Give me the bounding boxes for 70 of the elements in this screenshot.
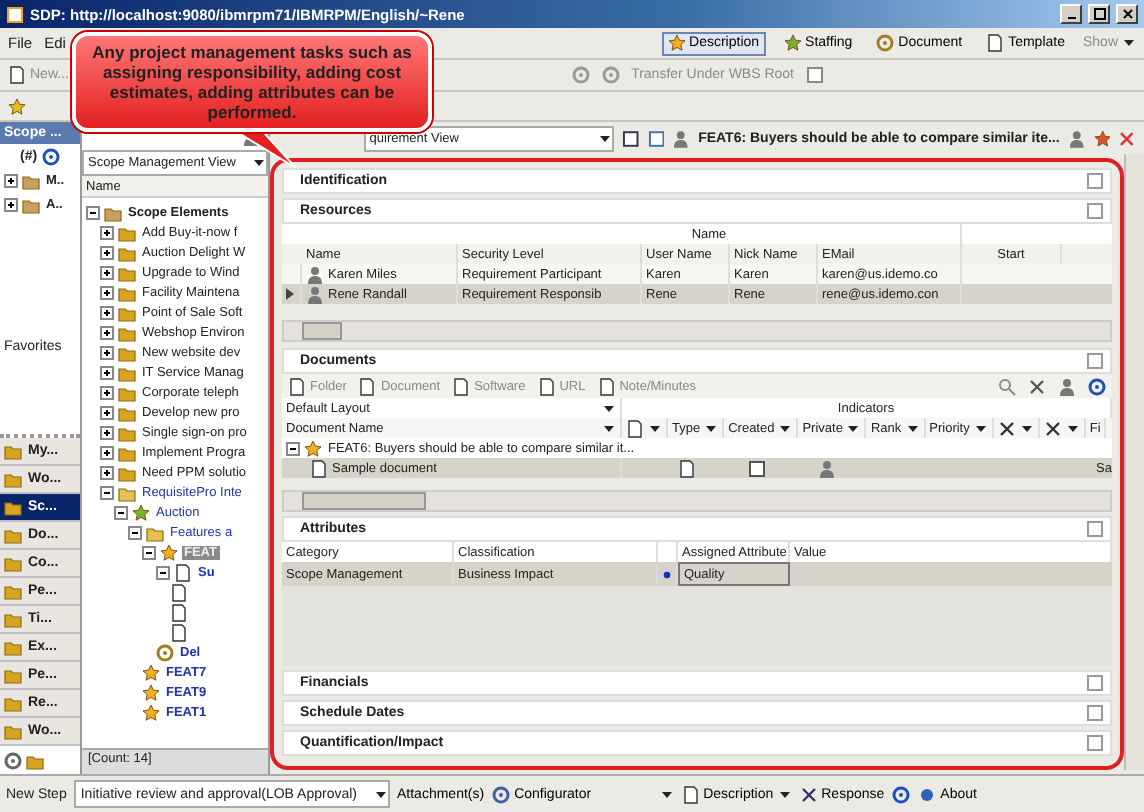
caret-icon bbox=[1122, 36, 1136, 50]
edit-icon bbox=[8, 97, 26, 115]
expand-icon[interactable] bbox=[100, 305, 114, 319]
expand-icon[interactable] bbox=[4, 173, 18, 187]
collapse-icon[interactable] bbox=[86, 205, 100, 219]
callout-text: Any project management tasks such as assigning responsibility, adding cost estimates, adding attributes can be performed. bbox=[72, 32, 432, 132]
expand-icon[interactable] bbox=[100, 385, 114, 399]
caret-icon bbox=[252, 156, 266, 170]
caret-icon bbox=[373, 787, 387, 801]
close-icon bbox=[1121, 8, 1133, 20]
vertical-scrollbar[interactable] bbox=[1124, 154, 1144, 770]
maximize-button[interactable] bbox=[1088, 4, 1110, 24]
page-icon bbox=[681, 785, 700, 803]
caret-icon bbox=[597, 131, 612, 145]
person-icon bbox=[306, 265, 324, 283]
expand-icon[interactable] bbox=[100, 265, 114, 279]
expand-icon[interactable] bbox=[100, 245, 114, 259]
horizontal-scrollbar[interactable] bbox=[282, 320, 1112, 342]
star-icon bbox=[142, 683, 160, 701]
expand-icon[interactable] bbox=[100, 425, 114, 439]
gear-icon bbox=[876, 34, 895, 52]
expand-icon[interactable] bbox=[4, 197, 18, 211]
collapse-icon[interactable] bbox=[128, 525, 142, 539]
app-icon bbox=[6, 5, 24, 23]
folder-icon bbox=[146, 523, 164, 541]
person-icon bbox=[672, 129, 691, 147]
collapse-icon[interactable] bbox=[142, 545, 156, 559]
search-icon bbox=[998, 377, 1016, 395]
gear-icon bbox=[4, 751, 22, 769]
people-icon bbox=[1058, 377, 1076, 395]
star-icon bbox=[667, 34, 686, 52]
page-icon bbox=[8, 66, 26, 84]
gear-icon bbox=[492, 785, 511, 803]
expand-icon[interactable] bbox=[100, 365, 114, 379]
star-icon bbox=[142, 663, 160, 681]
expand-icon[interactable] bbox=[100, 345, 114, 359]
pane-controls-icon bbox=[1086, 352, 1104, 370]
star-icon bbox=[142, 703, 160, 721]
expand-icon[interactable] bbox=[100, 285, 114, 299]
caret-icon bbox=[777, 787, 792, 801]
close-icon bbox=[1028, 377, 1046, 395]
horizontal-scrollbar[interactable] bbox=[282, 490, 1112, 512]
gear-icon bbox=[156, 643, 174, 661]
expand-icon[interactable] bbox=[100, 405, 114, 419]
star-icon bbox=[304, 439, 322, 457]
row-pointer-icon bbox=[286, 288, 294, 300]
star-icon bbox=[160, 543, 178, 561]
close-icon bbox=[1118, 129, 1136, 147]
star-icon bbox=[783, 34, 802, 52]
collapse-icon[interactable] bbox=[100, 485, 114, 499]
minimize-button[interactable] bbox=[1060, 4, 1082, 24]
people-icon bbox=[1067, 129, 1086, 147]
person-icon bbox=[306, 285, 324, 303]
star-icon bbox=[1093, 129, 1111, 147]
maximize-icon bbox=[1093, 8, 1105, 20]
expand-icon[interactable] bbox=[100, 465, 114, 479]
star-icon bbox=[132, 503, 150, 521]
collapse-icon[interactable] bbox=[156, 565, 170, 579]
window-icon bbox=[647, 129, 665, 147]
collapse-icon[interactable] bbox=[114, 505, 128, 519]
expand-icon[interactable] bbox=[100, 445, 114, 459]
caret-icon bbox=[659, 787, 674, 801]
page-icon bbox=[986, 34, 1005, 52]
pane-controls-icon bbox=[1086, 520, 1104, 538]
close-button[interactable] bbox=[1116, 4, 1138, 24]
checkbox-icon bbox=[621, 129, 640, 147]
expand-icon[interactable] bbox=[100, 225, 114, 239]
info-icon bbox=[918, 785, 937, 803]
expand-icon[interactable] bbox=[100, 325, 114, 339]
collapse-icon[interactable] bbox=[286, 441, 300, 455]
